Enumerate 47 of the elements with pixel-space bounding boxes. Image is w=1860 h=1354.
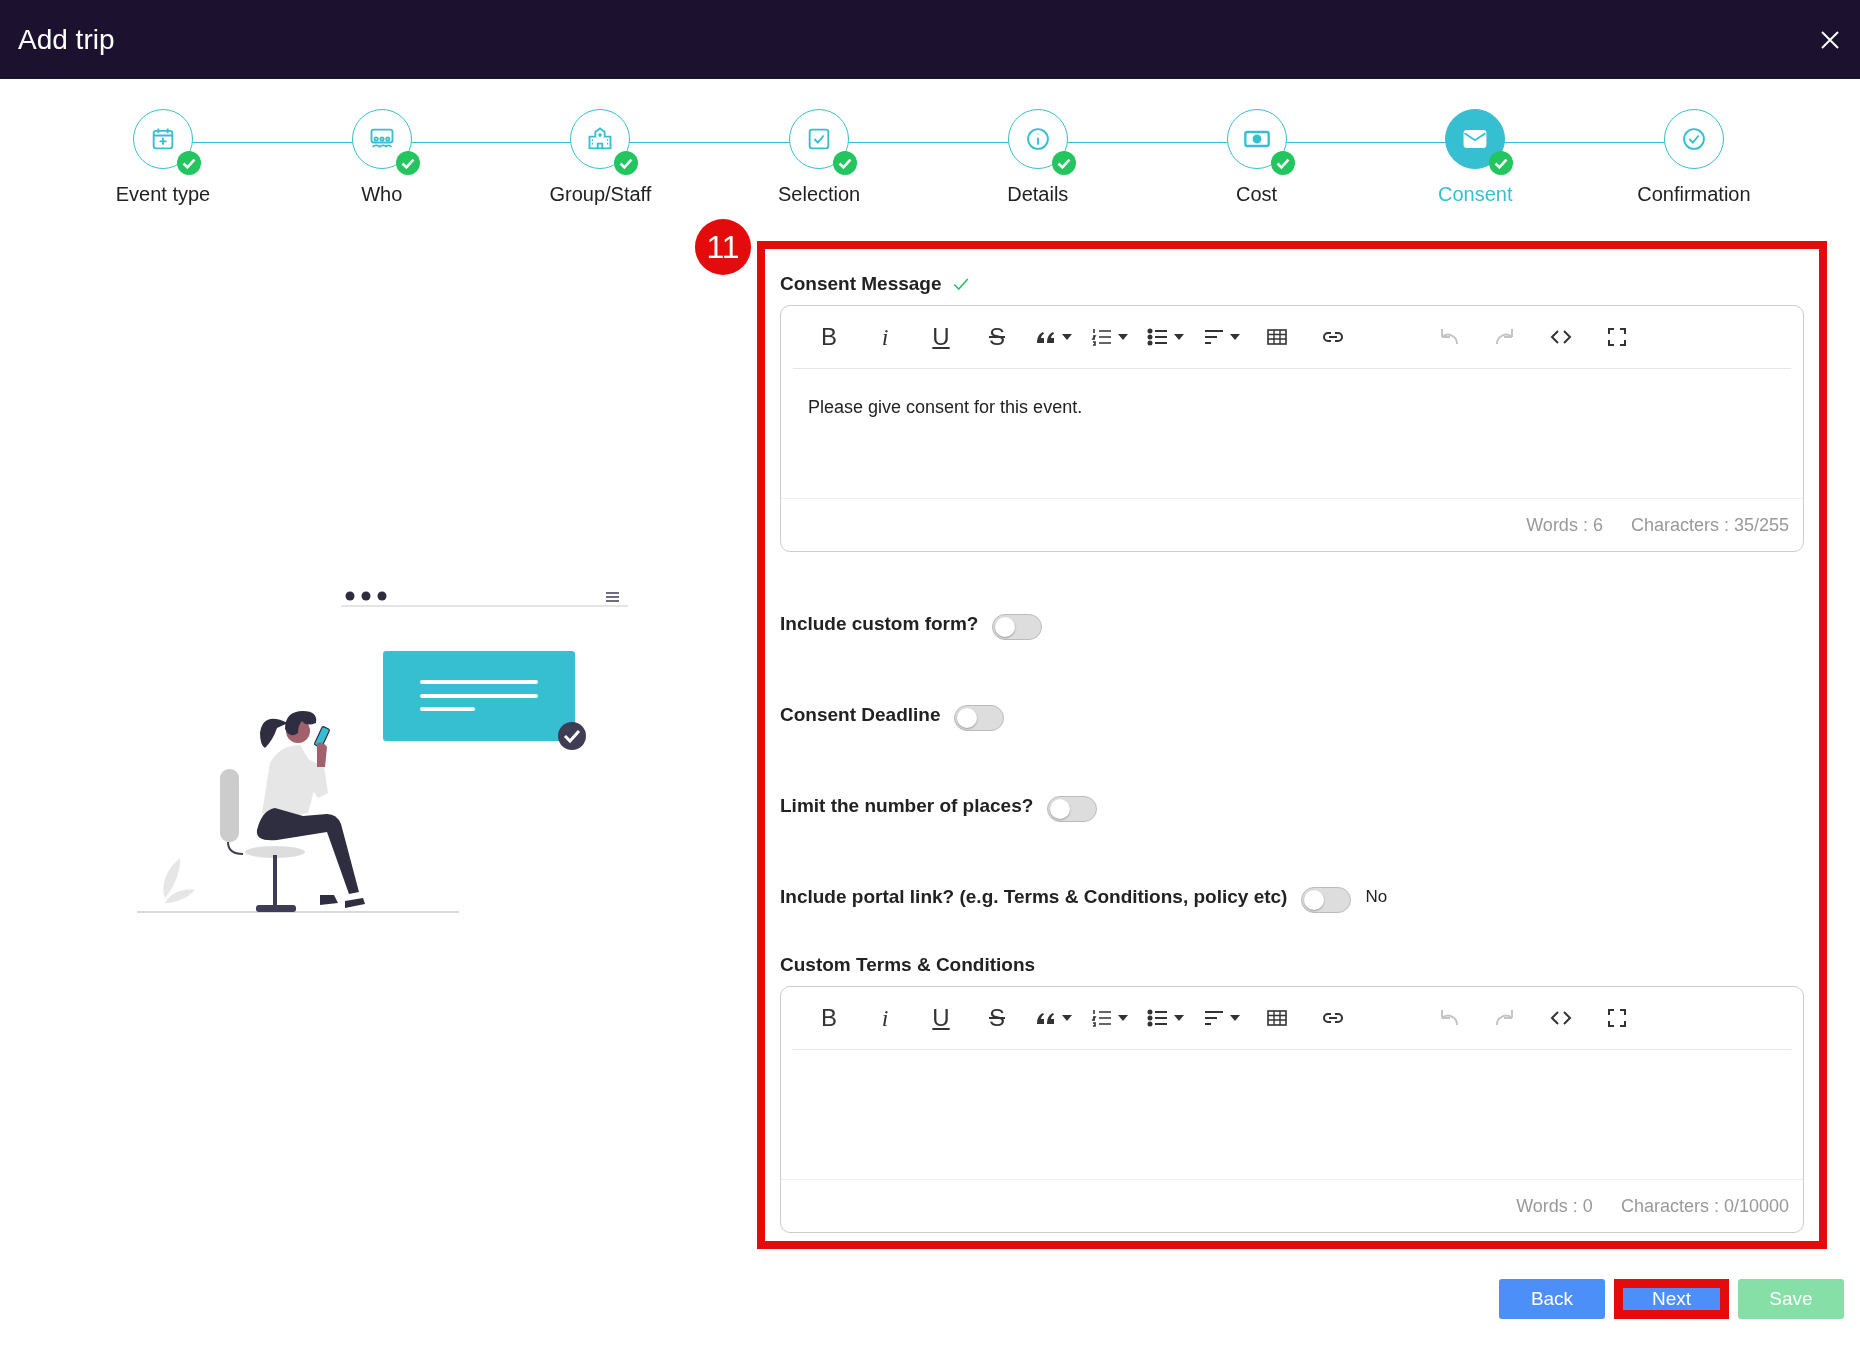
step-label: Selection <box>777 183 861 206</box>
editor-text: Please give consent for this event. <box>808 397 1083 417</box>
underline-button[interactable]: U <box>920 998 962 1038</box>
caret-icon <box>1118 1015 1128 1021</box>
strike-button[interactable]: S <box>976 998 1018 1038</box>
step-label: Event type <box>115 183 211 206</box>
toggle-switch[interactable] <box>992 613 1043 640</box>
caret-icon <box>1230 1015 1240 1021</box>
rich-text-editor[interactable]: B i U S Please give consent for this event. Words : 6 Characters : 35/255 <box>780 305 1804 552</box>
character-count: Characters : 0/10000 <box>1620 1195 1789 1217</box>
bold-button[interactable]: B <box>808 317 850 357</box>
underline-button[interactable]: U <box>920 317 962 357</box>
word-count: Words : 0 <box>1516 1195 1593 1217</box>
step-label: Consent <box>1437 183 1513 206</box>
caret-icon <box>1062 334 1072 340</box>
fullscreen-icon <box>1605 325 1629 349</box>
word-count: Words : 6 <box>1526 514 1603 536</box>
caret-icon <box>1174 1015 1184 1021</box>
caret-icon <box>1174 334 1184 340</box>
caret-icon <box>1230 334 1240 340</box>
character-count: Characters : 35/255 <box>1630 514 1789 536</box>
strike-button[interactable]: S <box>976 317 1018 357</box>
step-label: Details <box>1007 183 1069 206</box>
field-label: Custom Terms & Conditions <box>780 954 1036 976</box>
step-label: Cost <box>1235 183 1278 206</box>
fullscreen-icon <box>1605 1006 1629 1030</box>
close-icon[interactable] <box>1820 29 1840 50</box>
caret-icon <box>1118 334 1128 340</box>
toggle-switch[interactable] <box>1047 795 1098 822</box>
toggle-label: Include custom form? <box>780 612 979 635</box>
toggle-label: Limit the number of places? <box>780 794 1034 817</box>
step-label: Confirmation <box>1637 183 1751 206</box>
step-label: Who <box>361 183 403 206</box>
italic-button[interactable]: i <box>864 998 906 1038</box>
step-number-badge: 11 <box>695 219 751 275</box>
caret-icon <box>1062 1015 1072 1021</box>
toggle-switch[interactable] <box>1301 886 1352 913</box>
rich-text-editor[interactable]: B i U S Words : 0 Characters : 0/10000 <box>780 986 1804 1233</box>
bold-button[interactable]: B <box>808 998 850 1038</box>
step-label: Group/Staff <box>549 183 652 206</box>
toggle-label: Include portal link? (e.g. Terms & Conditions, policy etc) <box>780 885 1288 908</box>
field-label: Consent Message <box>780 273 942 295</box>
toggle-state-text: No <box>1365 886 1388 907</box>
toggle-label: Consent Deadline <box>780 703 941 726</box>
toggle-switch[interactable] <box>954 704 1005 731</box>
italic-button[interactable]: i <box>864 317 906 357</box>
window-title: Add trip <box>18 23 115 56</box>
